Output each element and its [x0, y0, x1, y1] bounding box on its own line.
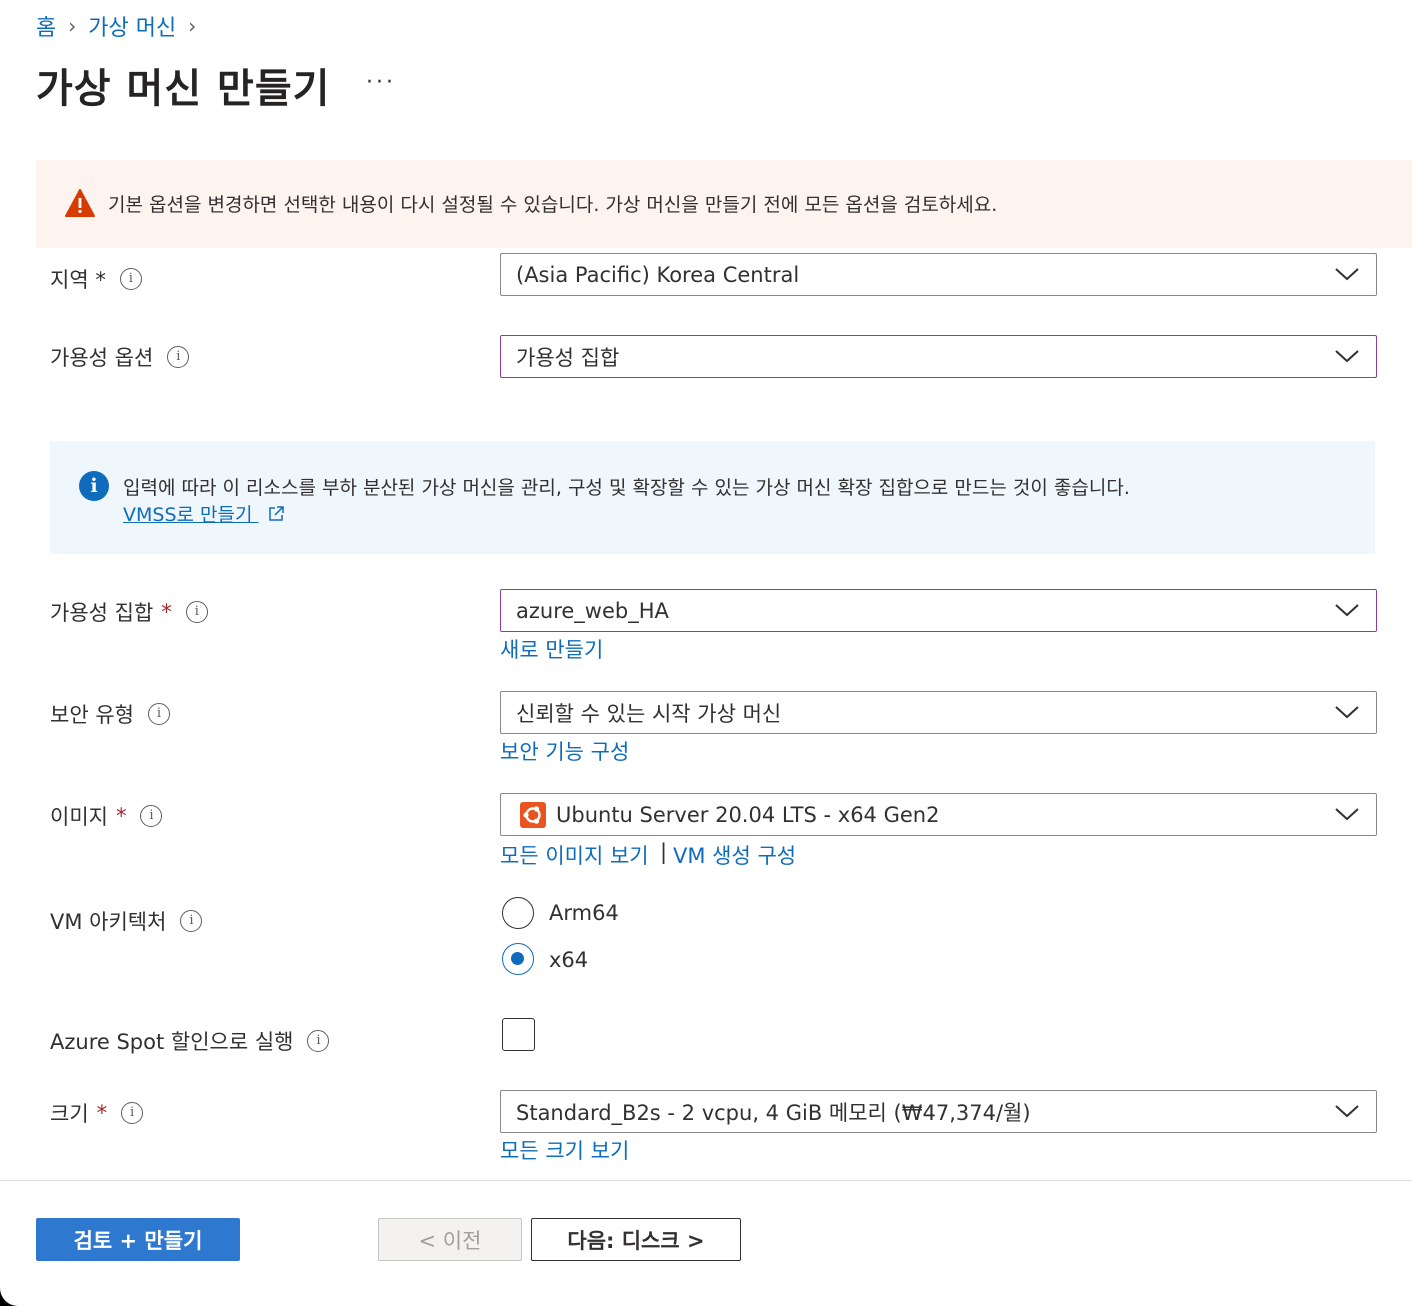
required-marker: * [96, 1101, 108, 1125]
configure-security-features-link[interactable]: 보안 기능 구성 [500, 736, 629, 766]
chevron-right-icon: › [188, 14, 197, 38]
see-all-sizes-link[interactable]: 모든 크기 보기 [500, 1135, 629, 1165]
footer-divider [0, 1180, 1412, 1181]
region-label: 지역 * i [50, 264, 142, 294]
size-label: 크기 * i [50, 1098, 144, 1128]
breadcrumb-home[interactable]: 홈 [36, 10, 56, 42]
page-title: 가상 머신 만들기 [36, 66, 331, 112]
availability-set-dropdown[interactable]: azure_web_HA [500, 589, 1377, 632]
region-row-clipped: 지역 * i (Asia Pacific) Korea Central [0, 248, 1412, 296]
required-marker: * [161, 600, 172, 624]
info-icon[interactable]: i [185, 601, 208, 623]
breadcrumb: 홈 › 가상 머신 › [36, 10, 208, 42]
warning-banner: 기본 옵션을 변경하면 선택한 내용이 다시 설정될 수 있습니다. 가상 머신… [36, 160, 1412, 248]
info-icon[interactable]: i [140, 805, 163, 827]
see-all-images-link[interactable]: 모든 이미지 보기 [500, 840, 649, 870]
previous-button[interactable]: < 이전 [378, 1218, 522, 1261]
vmss-recommendation-box: i 입력에 따라 이 리소스를 부하 분산된 가상 머신을 관리, 구성 및 확… [50, 441, 1375, 554]
configure-vm-generation-link[interactable]: VM 생성 구성 [673, 840, 796, 870]
azure-spot-label: Azure Spot 할인으로 실행 i [50, 1026, 330, 1056]
chevron-down-icon [1335, 706, 1359, 719]
more-options-button[interactable]: ··· [366, 70, 396, 95]
info-icon[interactable]: i [121, 1102, 144, 1124]
radio-arm64-label[interactable]: Arm64 [549, 901, 619, 925]
next-disks-button[interactable]: 다음: 디스크 > [531, 1218, 741, 1261]
info-icon[interactable]: i [180, 910, 203, 932]
link-separator: | [660, 840, 668, 864]
chevron-down-icon [1335, 808, 1359, 821]
info-icon[interactable]: i [119, 268, 142, 290]
availability-option-label: 가용성 옵션 i [50, 342, 190, 372]
region-dropdown[interactable]: (Asia Pacific) Korea Central [500, 253, 1377, 296]
image-label: 이미지 * i [50, 801, 163, 831]
radio-x64[interactable] [502, 943, 534, 975]
security-type-label: 보안 유형 i [50, 699, 170, 729]
required-marker: * [115, 804, 127, 828]
radio-x64-label[interactable]: x64 [549, 948, 588, 972]
warning-icon [65, 189, 95, 217]
availability-set-label: 가용성 집합 * i [50, 597, 208, 627]
info-filled-icon: i [79, 471, 109, 501]
chevron-down-icon [1335, 350, 1359, 363]
warning-text: 기본 옵션을 변경하면 선택한 내용이 다시 설정될 수 있습니다. 가상 머신… [108, 194, 998, 216]
info-icon[interactable]: i [307, 1030, 330, 1052]
image-dropdown[interactable]: Ubuntu Server 20.04 LTS - x64 Gen2 [500, 793, 1377, 836]
chevron-down-icon [1335, 1105, 1359, 1118]
info-icon[interactable]: i [147, 703, 170, 725]
external-link-icon [268, 506, 284, 521]
radio-arm64[interactable] [502, 897, 534, 929]
create-vm-page: 홈 › 가상 머신 › 가상 머신 만들기 ··· 기본 옵션을 변경하면 선택… [0, 0, 1412, 1306]
ubuntu-icon [520, 801, 546, 828]
security-type-dropdown[interactable]: 신뢰할 수 있는 시작 가상 머신 [500, 691, 1377, 734]
breadcrumb-virtual-machines[interactable]: 가상 머신 [88, 10, 176, 42]
chevron-right-icon: › [68, 14, 77, 38]
info-icon[interactable]: i [167, 346, 190, 368]
review-create-button[interactable]: 검토 + 만들기 [36, 1218, 240, 1261]
vm-architecture-label: VM 아키텍처 i [50, 906, 203, 936]
chevron-down-icon [1335, 268, 1359, 281]
create-new-availability-set-link[interactable]: 새로 만들기 [500, 634, 603, 664]
size-dropdown[interactable]: Standard_B2s - 2 vcpu, 4 GiB 메모리 (₩47,37… [500, 1090, 1377, 1133]
vmss-recommendation-text: 입력에 따라 이 리소스를 부하 분산된 가상 머신을 관리, 구성 및 확장할… [123, 477, 1130, 499]
availability-option-dropdown[interactable]: 가용성 집합 [500, 335, 1377, 378]
chevron-down-icon [1335, 604, 1359, 617]
azure-spot-checkbox[interactable] [502, 1018, 535, 1051]
create-vmss-link[interactable]: VMSS로 만들기 [123, 500, 285, 527]
